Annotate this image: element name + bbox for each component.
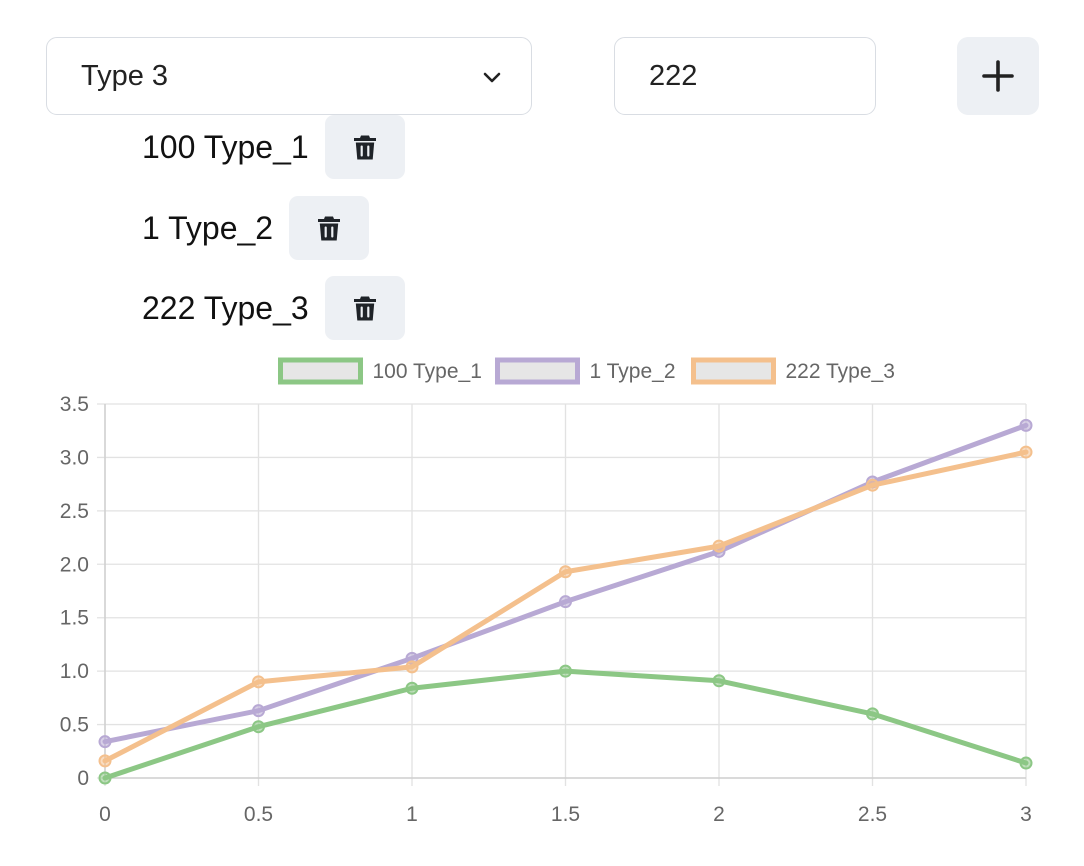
data-point [405,681,419,695]
y-tick-label: 0 [77,767,89,790]
data-point [1019,418,1033,432]
type-select[interactable]: Type 3 [46,37,532,115]
value-input[interactable] [614,37,876,115]
data-point [98,735,112,749]
legend-swatch [691,357,776,385]
legend-swatch [495,357,580,385]
y-tick-label: 2.5 [60,500,89,523]
data-point [866,478,879,492]
legend-label: 100 Type_1 [373,360,482,383]
chevron-down-icon [483,72,501,83]
data-point [405,660,419,674]
delete-entry-button[interactable] [289,196,370,260]
data-point [866,707,879,721]
entry-label: 100 Type_1 [142,128,309,165]
data-point [559,565,572,579]
trash-icon [353,296,376,320]
legend-item: 100 Type_1 [278,357,482,385]
chart-grid [97,403,1027,786]
x-tick-label: 0.5 [244,803,273,826]
data-point [252,704,265,718]
data-point [1019,445,1033,459]
x-tick-label: 1 [406,803,418,826]
x-tick-label: 2 [713,803,725,826]
data-point [712,674,726,688]
delete-entry-button[interactable] [324,115,405,179]
data-point [712,539,726,553]
data-point [252,720,265,734]
delete-entry-button[interactable] [324,276,405,340]
add-button[interactable] [957,37,1039,115]
y-tick-label: 1.0 [60,660,89,683]
x-tick-label: 3 [1020,803,1032,826]
x-tick-label: 1.5 [551,803,580,826]
data-point [1019,756,1033,770]
y-tick-label: 1.5 [60,607,89,630]
y-tick-label: 2.0 [60,553,89,576]
legend-label: 1 Type_2 [590,360,676,383]
chart-legend: 100 Type_1 1 Type_2 222 Type_3 [278,357,895,385]
legend-swatch [278,357,363,385]
entry-label: 1 Type_2 [142,209,274,246]
y-tick-label: 3.5 [60,393,89,416]
plus-icon [982,60,1014,92]
legend-item: 1 Type_2 [495,357,676,385]
y-tick-label: 3.0 [60,446,89,469]
data-point [559,595,572,609]
trash-icon [353,135,376,159]
type-select-value: Type 3 [81,59,169,92]
trash-icon [318,216,341,240]
legend-item: 222 Type_3 [691,357,895,385]
x-tick-label: 0 [99,803,111,826]
x-tick-label: 2.5 [858,803,887,826]
data-point [559,664,572,678]
entry-item: 100 Type_1 [142,115,405,179]
data-point [252,675,265,689]
data-point [98,754,112,768]
entry-item: 1 Type_2 [142,196,370,260]
y-tick-label: 0.5 [60,714,89,737]
data-point [98,771,112,785]
entry-label: 222 Type_3 [142,289,309,326]
line-chart: 0 0.5 1.0 1.5 2.0 2.5 3.0 3.5 0 0.5 1 1.5 2 2.5 3 100 T… [60,357,1033,826]
legend-label: 222 Type_3 [786,360,895,383]
entry-item: 222 Type_3 [142,276,405,340]
